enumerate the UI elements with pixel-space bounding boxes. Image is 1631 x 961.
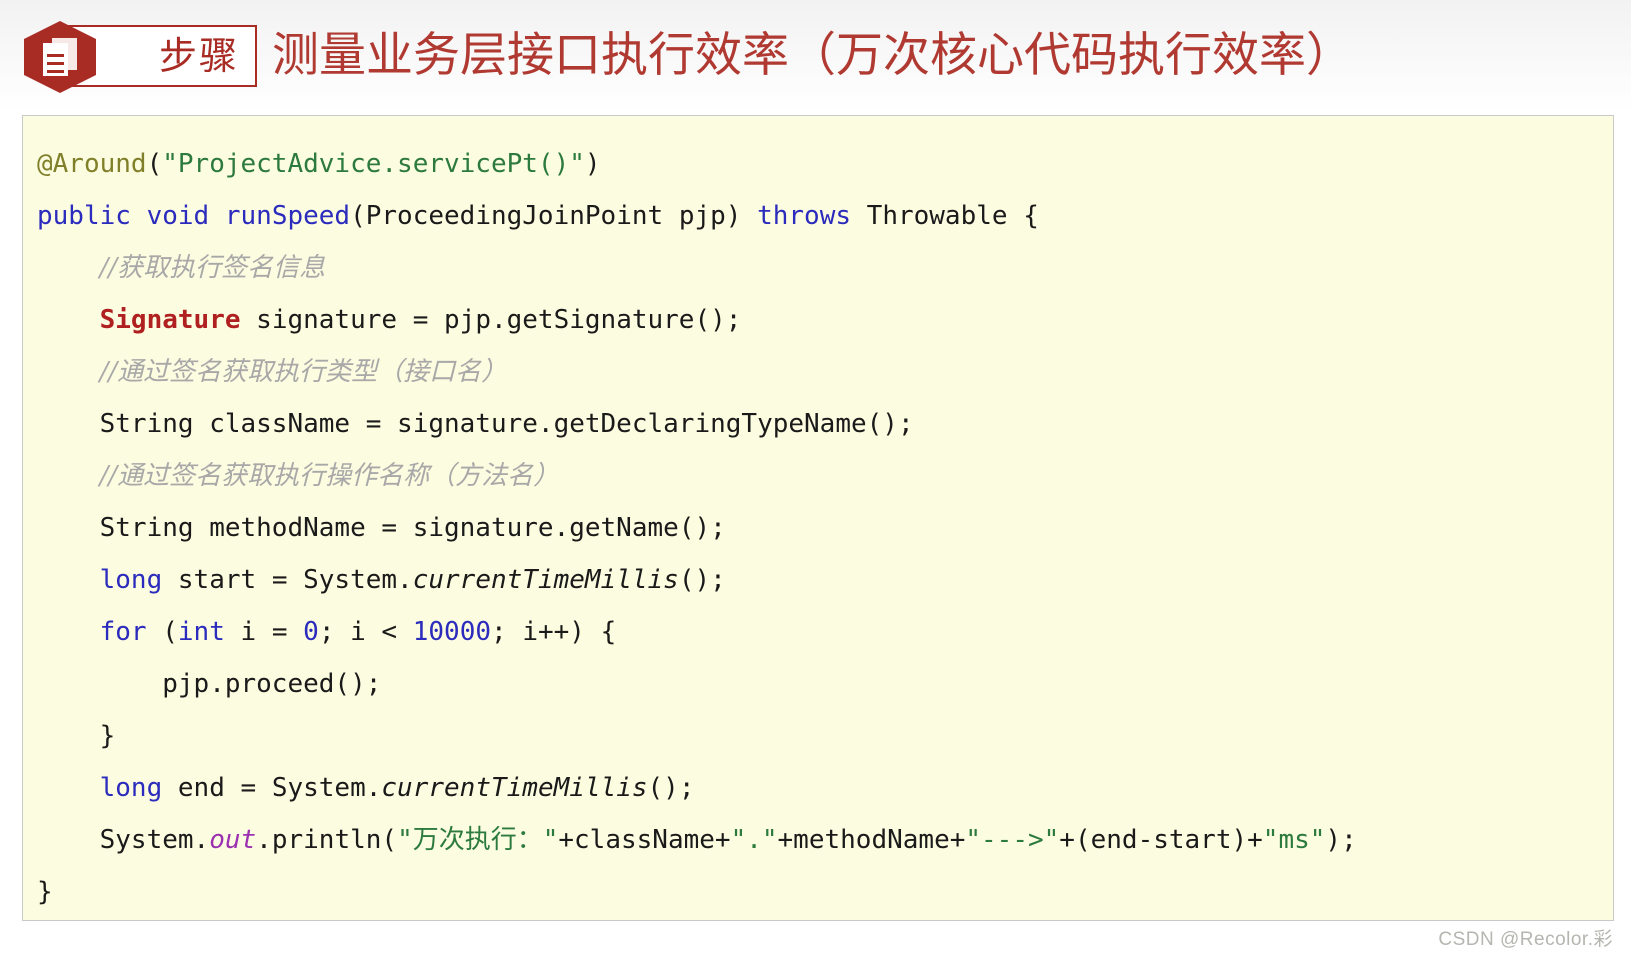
code-token: "." <box>730 825 778 855</box>
code-token: System. <box>99 825 210 855</box>
code-line: //通过签名获取执行类型（接口名） <box>37 346 1613 398</box>
code-token: currentTimeMillis <box>412 565 679 595</box>
code-token: +(end-start)+ <box>1059 825 1263 855</box>
code-token: start = System. <box>162 565 413 595</box>
code-line: Signature signature = pjp.getSignature()… <box>37 294 1613 346</box>
code-token: int <box>177 617 225 647</box>
code-line: long end = System.currentTimeMillis(); <box>37 762 1613 814</box>
code-line: String methodName = signature.getName(); <box>37 502 1613 554</box>
code-token: //通过签名获取执行操作名称（方法名） <box>99 461 560 491</box>
code-token: 0 <box>303 617 319 647</box>
code-line: } <box>37 710 1613 762</box>
step-badge: 步骤 <box>24 21 257 93</box>
code-token: public <box>37 201 131 231</box>
code-token: "--->" <box>965 825 1060 855</box>
code-token: ; i++) { <box>491 617 617 647</box>
code-token: ; i < <box>318 617 413 647</box>
code-token: signature = pjp.getSignature(); <box>240 305 742 335</box>
code-token: //通过签名获取执行类型（接口名） <box>99 357 508 387</box>
code-token: i = <box>224 617 304 647</box>
code-block: @Around("ProjectAdvice.servicePt()") publ… <box>22 115 1614 921</box>
code-token: ( <box>146 617 178 647</box>
code-token: } <box>99 721 116 751</box>
code-token: +methodName+ <box>777 825 966 855</box>
code-token: ( <box>146 149 163 179</box>
code-token: .println( <box>256 825 398 855</box>
code-token: (ProceedingJoinPoint pjp) <box>350 201 758 231</box>
code-token: "ms" <box>1262 825 1326 855</box>
code-lines: @Around("ProjectAdvice.servicePt()") publ… <box>37 138 1613 918</box>
code-token: out <box>209 825 257 855</box>
code-token: throws <box>757 201 852 231</box>
code-line: long start = System.currentTimeMillis(); <box>37 554 1613 606</box>
code-line: //通过签名获取执行操作名称（方法名） <box>37 450 1613 502</box>
code-line: } <box>37 866 1613 918</box>
code-token: @Around <box>37 149 147 179</box>
code-line: @Around("ProjectAdvice.servicePt()") <box>37 138 1613 190</box>
code-token: String methodName = signature.getName(); <box>99 513 726 543</box>
code-token: for <box>99 617 147 647</box>
step-badge-label: 步骤 <box>158 34 239 78</box>
code-token: void <box>146 201 210 231</box>
code-token: long <box>99 565 163 595</box>
code-token: "万次执行：" <box>397 825 559 855</box>
code-line: String className = signature.getDeclarin… <box>37 398 1613 450</box>
code-token: ); <box>1325 825 1357 855</box>
code-token: pjp.proceed(); <box>162 669 382 699</box>
document-icon-line-2 <box>47 62 64 65</box>
slide-header: 步骤 测量业务层接口执行效率（万次核心代码执行效率） <box>0 0 1631 112</box>
code-token: //获取执行签名信息 <box>99 253 326 283</box>
page-title: 测量业务层接口执行效率（万次核心代码执行效率） <box>272 28 1353 83</box>
code-token: ) <box>584 149 601 179</box>
code-token: +className+ <box>558 825 731 855</box>
document-icon-line-3 <box>47 70 64 73</box>
document-icon-line-1 <box>47 54 64 57</box>
code-line: System.out.println("万次执行："+className+"."… <box>37 814 1613 866</box>
code-line: pjp.proceed(); <box>37 658 1613 710</box>
code-token: String className = signature.getDeclarin… <box>99 409 914 439</box>
code-token: long <box>99 773 163 803</box>
code-token: Throwable { <box>851 201 1039 231</box>
code-line: for (int i = 0; i < 10000; i++) { <box>37 606 1613 658</box>
code-token: end = System. <box>162 773 382 803</box>
code-token: (); <box>678 565 726 595</box>
code-token: Signature <box>99 305 241 335</box>
code-line: //获取执行签名信息 <box>37 242 1613 294</box>
code-token: currentTimeMillis <box>381 773 648 803</box>
code-token: runSpeed <box>224 201 351 231</box>
code-line: public void runSpeed(ProceedingJoinPoint… <box>37 190 1613 242</box>
watermark: CSDN @Recolor.彩 <box>1438 929 1613 950</box>
code-token: } <box>37 877 53 907</box>
code-token: "ProjectAdvice.servicePt()" <box>162 149 585 179</box>
code-token: 10000 <box>412 617 492 647</box>
code-token: (); <box>647 773 695 803</box>
